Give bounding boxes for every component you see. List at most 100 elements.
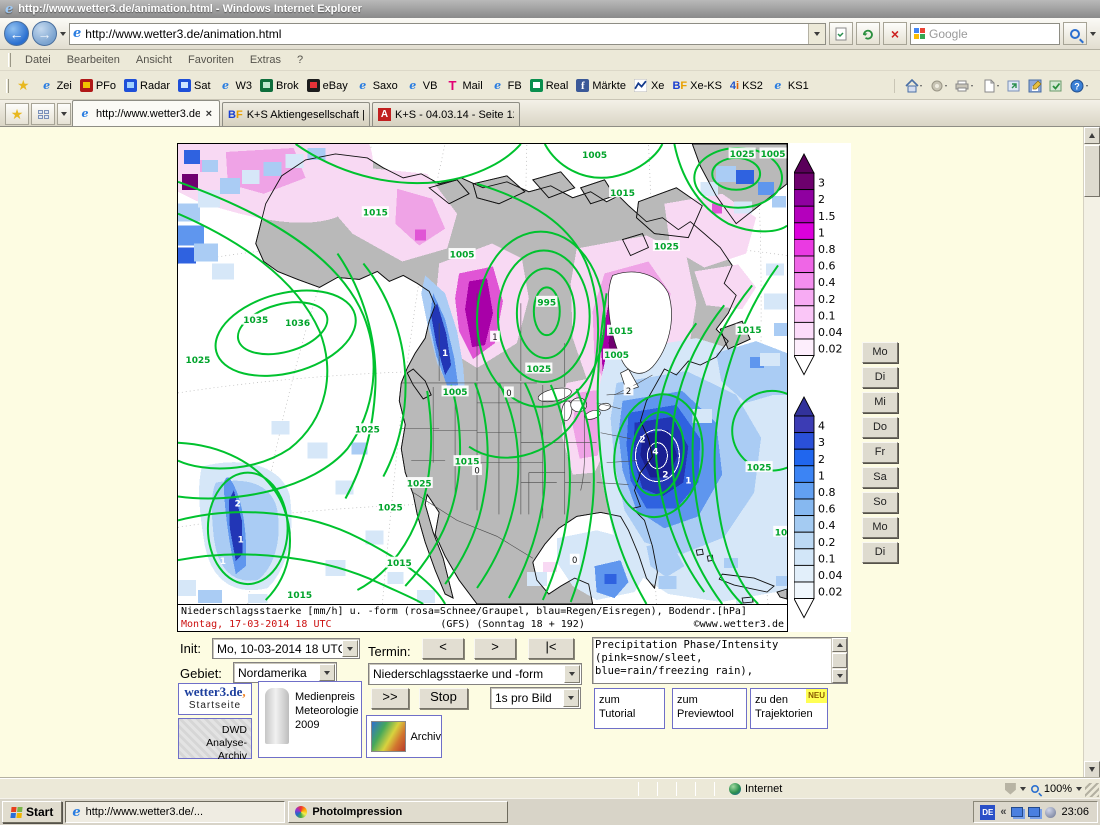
compatibility-view-button[interactable] <box>829 22 853 45</box>
window-scrollbar[interactable] <box>1083 127 1100 778</box>
forward-button[interactable]: → <box>32 21 57 46</box>
day-button-so-6[interactable]: So <box>862 492 898 513</box>
tab-close-icon[interactable]: × <box>204 108 214 120</box>
link-saxo[interactable]: eSaxo <box>352 77 402 95</box>
refresh-button[interactable] <box>856 22 880 45</box>
address-text[interactable]: http://www.wetter3.de/animation.html <box>85 27 804 41</box>
scroll-down-button[interactable] <box>832 669 847 683</box>
scroll-up-button[interactable] <box>1084 127 1100 144</box>
init-select[interactable]: Mo, 10-03-2014 18 UTC <box>212 638 360 659</box>
taskbar-task-ie[interactable]: e http://www.wetter3.de/... <box>65 801 285 823</box>
parameter-select[interactable]: Niederschlagsstaerke und -form <box>368 663 582 685</box>
address-bar[interactable]: e http://www.wetter3.de/animation.html <box>69 23 826 45</box>
tab-k-s-aktiengesellschaft-akti[interactable]: BFK+S Aktiengesellschaft | Akti... <box>222 102 370 126</box>
link-ks2[interactable]: 4iKS2 <box>726 77 767 95</box>
menu-item-favoriten[interactable]: Favoriten <box>180 51 242 69</box>
link-zei[interactable]: eZei <box>36 77 76 95</box>
save-edit-icon[interactable] <box>1028 79 1042 93</box>
link-mail[interactable]: TMail <box>441 77 486 95</box>
scroll-up-button[interactable] <box>832 638 847 652</box>
zoom-dropdown[interactable] <box>1076 787 1082 791</box>
feeds-icon[interactable] <box>930 79 948 93</box>
link-fb[interactable]: eFB <box>487 77 526 95</box>
favorites-center-button[interactable]: ★ <box>5 103 29 125</box>
day-button-fr-4[interactable]: Fr <box>862 442 898 463</box>
day-button-di-1[interactable]: Di <box>862 367 898 388</box>
tab-list-dropdown[interactable] <box>57 103 71 125</box>
link-sat[interactable]: Sat <box>174 77 215 94</box>
link-real[interactable]: Real <box>526 77 573 94</box>
zoom-level[interactable]: 100% <box>1044 783 1072 795</box>
link-m-rkte[interactable]: fMärkte <box>572 77 630 94</box>
dwd-archiv-link[interactable]: DWD Analyse-Archiv <box>178 718 252 759</box>
link-xe-ks[interactable]: BFXe-KS <box>668 77 725 95</box>
menu-item-item[interactable]: ? <box>289 51 311 69</box>
link-w3[interactable]: eW3 <box>215 77 257 95</box>
day-button-do-3[interactable]: Do <box>862 417 898 438</box>
start-button[interactable]: Start <box>2 801 62 823</box>
menu-item-datei[interactable]: Datei <box>17 51 59 69</box>
protected-mode-dropdown[interactable] <box>1020 787 1026 791</box>
info-textarea[interactable]: Precipitation Phase/Intensity (pink=snow… <box>592 637 848 684</box>
protected-mode-icon[interactable] <box>1005 783 1016 795</box>
safety-check-icon[interactable] <box>1049 79 1063 93</box>
tray-expand-chevrons[interactable]: « <box>1000 806 1006 818</box>
clock[interactable]: 23:06 <box>1061 806 1089 818</box>
play-button[interactable]: >> <box>371 688 409 709</box>
stop-animation-button[interactable]: Stop <box>419 688 468 709</box>
update-icon[interactable] <box>1045 807 1056 818</box>
scroll-thumb[interactable] <box>1084 145 1100 197</box>
day-button-mi-2[interactable]: Mi <box>862 392 898 413</box>
termin-first-button[interactable]: |< <box>528 638 574 659</box>
day-button-sa-5[interactable]: Sa <box>862 467 898 488</box>
day-button-mo-0[interactable]: Mo <box>862 342 898 363</box>
language-indicator[interactable]: DE <box>980 805 995 820</box>
speed-select[interactable]: 1s pro Bild <box>490 687 581 709</box>
open-new-window-icon[interactable] <box>1007 79 1021 93</box>
link-xe[interactable]: Xe <box>630 77 668 95</box>
quick-tabs-button[interactable] <box>31 103 55 125</box>
tab-http-www-wetter3-de[interactable]: ehttp://www.wetter3.de/...× <box>72 100 220 126</box>
termin-next-button[interactable]: > <box>474 638 516 659</box>
tab-k-s-04-03-14-seite-12[interactable]: AK+S - 04.03.14 - Seite 12 - ... <box>372 102 520 126</box>
side-link-tutorial[interactable]: zumTutorial <box>594 688 665 729</box>
link-pfo[interactable]: PFo <box>76 77 120 94</box>
termin-prev-button[interactable]: < <box>422 638 464 659</box>
day-button-mo-7[interactable]: Mo <box>862 517 898 538</box>
taskbar-task-photoimpression[interactable]: PhotoImpression <box>288 801 508 823</box>
menu-item-ansicht[interactable]: Ansicht <box>128 51 180 69</box>
link-brok[interactable]: Brok <box>256 77 303 94</box>
zoom-icon[interactable] <box>1031 785 1039 793</box>
info-scrollbar[interactable] <box>831 638 847 683</box>
menu-item-bearbeiten[interactable]: Bearbeiten <box>59 51 128 69</box>
menu-item-extras[interactable]: Extras <box>242 51 289 69</box>
history-dropdown-icon[interactable] <box>60 32 66 36</box>
scroll-thumb[interactable] <box>832 653 847 668</box>
page-icon[interactable] <box>982 79 1000 93</box>
search-box[interactable]: Google <box>910 23 1060 45</box>
home-icon[interactable] <box>905 79 923 93</box>
search-go-button[interactable] <box>1063 22 1087 45</box>
print-icon[interactable] <box>955 79 975 93</box>
network-icon[interactable] <box>1011 807 1023 817</box>
link-ebay[interactable]: eBay <box>303 77 352 94</box>
archiv-link[interactable]: Archiv <box>366 715 442 758</box>
link-ks1[interactable]: eKS1 <box>767 77 813 95</box>
address-dropdown-button[interactable] <box>808 24 825 44</box>
link-vb[interactable]: eVB <box>402 77 442 95</box>
search-options-dropdown-icon[interactable] <box>1090 32 1096 36</box>
side-link-previewtool[interactable]: zumPreviewtool <box>672 688 747 729</box>
network-icon-2[interactable] <box>1028 807 1040 817</box>
gebiet-select[interactable]: Nordamerika <box>233 662 337 683</box>
stop-button[interactable]: × <box>883 22 907 45</box>
medienpreis-link[interactable]: Medienpreis Meteorologie 2009 <box>258 681 362 758</box>
day-button-di-8[interactable]: Di <box>862 542 898 563</box>
help-icon[interactable]: ? <box>1070 79 1090 93</box>
search-placeholder[interactable]: Google <box>929 27 968 41</box>
back-button[interactable]: ← <box>4 21 29 46</box>
link-radar[interactable]: Radar <box>120 77 174 94</box>
side-link-trajektorien[interactable]: zu denTrajektorienNEU <box>750 688 828 729</box>
favorites-star-icon[interactable]: ★ <box>17 77 30 94</box>
scroll-down-button[interactable] <box>1084 761 1100 778</box>
wetter3-home-link[interactable]: wetter3.de, Startseite <box>178 683 252 715</box>
